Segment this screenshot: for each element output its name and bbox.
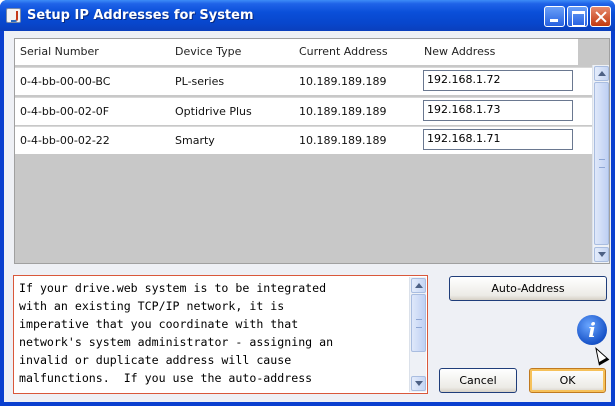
title-bar[interactable]: Setup IP Addresses for System <box>0 0 615 31</box>
table-header: Serial Number Device Type Current Addres… <box>15 39 578 65</box>
device-cell: PL-series <box>175 75 225 88</box>
new-address-input[interactable]: 192.168.1.72 <box>423 70 573 91</box>
current-address-cell: 10.189.189.189 <box>299 134 387 147</box>
window-frame-bottom <box>0 402 615 406</box>
cancel-button[interactable]: Cancel <box>439 368 517 393</box>
window-title: Setup IP Addresses for System <box>27 8 254 23</box>
current-address-cell: 10.189.189.189 <box>299 75 387 88</box>
scroll-up-icon[interactable] <box>594 66 609 81</box>
column-header-serial[interactable]: Serial Number <box>20 45 99 58</box>
table-row[interactable]: 0-4-bb-00-02-0F Optidrive Plus 10.189.18… <box>15 97 594 125</box>
serial-cell: 0-4-bb-00-00-BC <box>20 75 111 88</box>
minimize-button[interactable] <box>544 6 565 27</box>
scroll-thumb[interactable] <box>411 294 426 352</box>
new-address-input[interactable]: 192.168.1.71 <box>423 129 573 150</box>
info-message-text: If your drive.web system is to be integr… <box>19 281 334 386</box>
scroll-up-icon[interactable] <box>411 278 426 293</box>
close-button[interactable] <box>590 6 611 27</box>
table-scrollbar[interactable] <box>592 65 609 263</box>
serial-cell: 0-4-bb-00-02-22 <box>20 134 110 147</box>
device-cell: Optidrive Plus <box>175 105 252 118</box>
column-header-current[interactable]: Current Address <box>299 45 388 58</box>
current-address-cell: 10.189.189.189 <box>299 105 387 118</box>
table-row[interactable]: 0-4-bb-00-00-BC PL-series 10.189.189.189… <box>15 67 594 95</box>
java-app-icon <box>6 8 21 23</box>
address-table: Serial Number Device Type Current Addres… <box>14 38 610 264</box>
scroll-down-icon[interactable] <box>411 376 426 391</box>
info-message-box[interactable]: If your drive.web system is to be integr… <box>13 275 428 394</box>
ok-button[interactable]: OK <box>529 368 606 393</box>
table-row[interactable]: 0-4-bb-00-02-22 Smarty 10.189.189.189 19… <box>15 126 594 154</box>
dialog-content: Serial Number Device Type Current Addres… <box>4 31 611 402</box>
scroll-thumb[interactable] <box>594 82 609 245</box>
column-header-device[interactable]: Device Type <box>175 45 241 58</box>
device-cell: Smarty <box>175 134 215 147</box>
maximize-button[interactable] <box>567 6 588 27</box>
info-icon[interactable]: i <box>577 315 607 345</box>
auto-address-button[interactable]: Auto-Address <box>449 276 607 301</box>
message-scrollbar[interactable] <box>409 277 426 392</box>
dialog-window: Setup IP Addresses for System Serial Num… <box>0 0 615 406</box>
new-address-input[interactable]: 192.168.1.73 <box>423 100 573 121</box>
column-header-new[interactable]: New Address <box>424 45 495 58</box>
serial-cell: 0-4-bb-00-02-0F <box>20 105 110 118</box>
scroll-down-icon[interactable] <box>594 247 609 262</box>
